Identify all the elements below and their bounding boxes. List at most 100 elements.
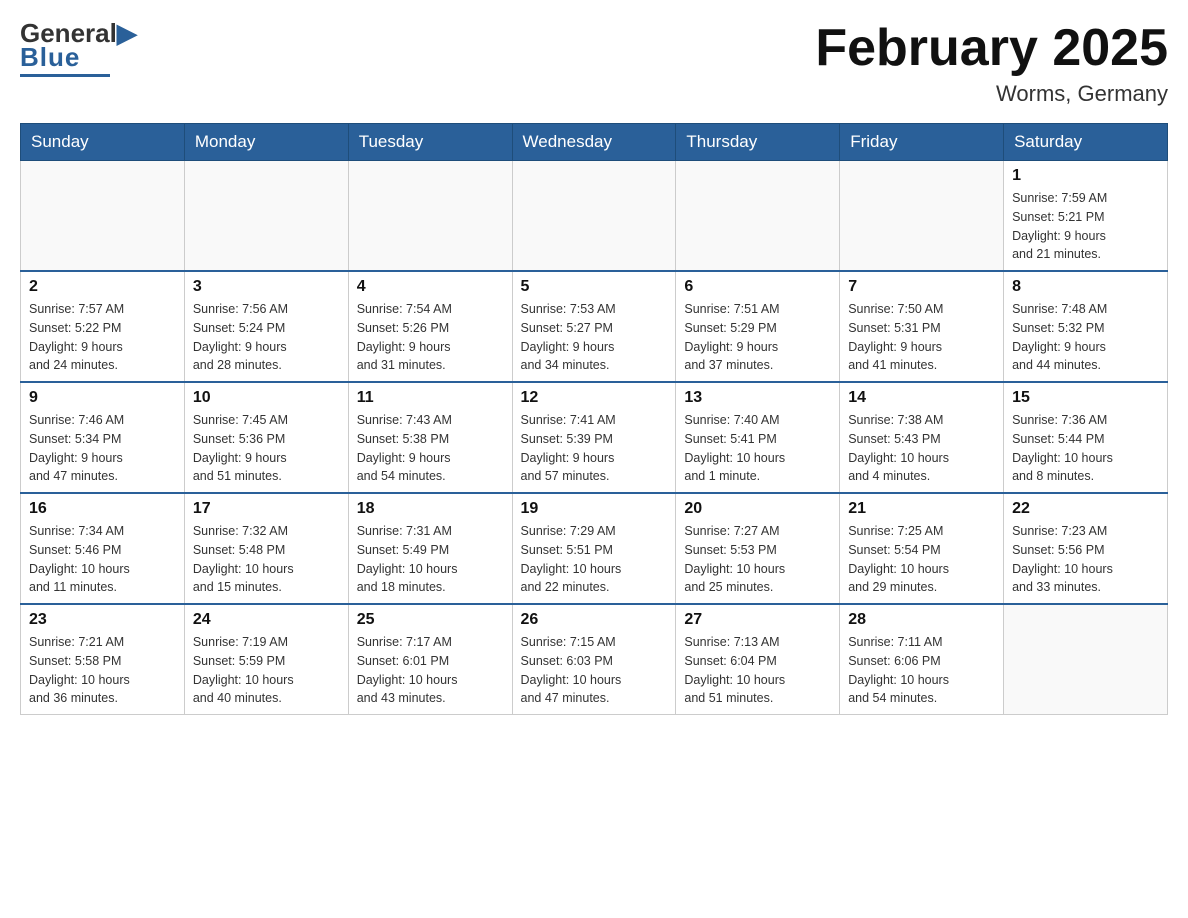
calendar-cell: 3 Sunrise: 7:56 AM Sunset: 5:24 PM Daylig… [184, 271, 348, 382]
day-number: 26 [521, 611, 668, 629]
calendar-cell [676, 161, 840, 272]
logo: General▶ Blue [20, 20, 137, 77]
calendar-cell: 25 Sunrise: 7:17 AM Sunset: 6:01 PM Dayli… [348, 604, 512, 715]
day-info: Sunrise: 7:56 AM Sunset: 5:24 PM Dayligh… [193, 300, 340, 375]
calendar-cell: 5 Sunrise: 7:53 AM Sunset: 5:27 PM Daylig… [512, 271, 676, 382]
weekday-header-sunday: Sunday [21, 124, 185, 161]
day-info: Sunrise: 7:13 AM Sunset: 6:04 PM Dayligh… [684, 633, 831, 708]
day-number: 17 [193, 500, 340, 518]
logo-blue-text: Blue [20, 42, 80, 73]
day-info: Sunrise: 7:36 AM Sunset: 5:44 PM Dayligh… [1012, 411, 1159, 486]
calendar-cell: 2 Sunrise: 7:57 AM Sunset: 5:22 PM Daylig… [21, 271, 185, 382]
calendar-cell: 20Sunrise: 7:27 AM Sunset: 5:53 PM Dayli… [676, 493, 840, 604]
day-number: 24 [193, 611, 340, 629]
logo-blue: ▶ [117, 18, 137, 48]
calendar-table: SundayMondayTuesdayWednesdayThursdayFrid… [20, 123, 1168, 715]
day-info: Sunrise: 7:25 AM Sunset: 5:54 PM Dayligh… [848, 522, 995, 597]
calendar-cell: 9Sunrise: 7:46 AM Sunset: 5:34 PM Daylig… [21, 382, 185, 493]
calendar-cell: 11Sunrise: 7:43 AM Sunset: 5:38 PM Dayli… [348, 382, 512, 493]
calendar-cell [1004, 604, 1168, 715]
calendar-cell: 23Sunrise: 7:21 AM Sunset: 5:58 PM Dayli… [21, 604, 185, 715]
day-number: 16 [29, 500, 176, 518]
calendar-cell: 8 Sunrise: 7:48 AM Sunset: 5:32 PM Daylig… [1004, 271, 1168, 382]
calendar-cell: 10 Sunrise: 7:45 AM Sunset: 5:36 PM Dayli… [184, 382, 348, 493]
day-number: 14 [848, 389, 995, 407]
calendar-cell: 13 Sunrise: 7:40 AM Sunset: 5:41 PM Dayli… [676, 382, 840, 493]
calendar-cell: 4 Sunrise: 7:54 AM Sunset: 5:26 PM Daylig… [348, 271, 512, 382]
weekday-header-monday: Monday [184, 124, 348, 161]
day-number: 21 [848, 500, 995, 518]
day-info: Sunrise: 7:34 AM Sunset: 5:46 PM Dayligh… [29, 522, 176, 597]
title-area: February 2025 Worms, Germany [815, 20, 1168, 107]
day-info: Sunrise: 7:45 AM Sunset: 5:36 PM Dayligh… [193, 411, 340, 486]
day-number: 19 [521, 500, 668, 518]
weekday-header-wednesday: Wednesday [512, 124, 676, 161]
weekday-header-tuesday: Tuesday [348, 124, 512, 161]
day-number: 6 [684, 278, 831, 296]
weekday-header-friday: Friday [840, 124, 1004, 161]
day-info: Sunrise: 7:53 AM Sunset: 5:27 PM Dayligh… [521, 300, 668, 375]
calendar-cell: 27 Sunrise: 7:13 AM Sunset: 6:04 PM Dayli… [676, 604, 840, 715]
calendar-cell: 1 Sunrise: 7:59 AM Sunset: 5:21 PM Daylig… [1004, 161, 1168, 272]
calendar-cell: 24 Sunrise: 7:19 AM Sunset: 5:59 PM Dayli… [184, 604, 348, 715]
calendar-cell [21, 161, 185, 272]
calendar-cell: 12 Sunrise: 7:41 AM Sunset: 5:39 PM Dayli… [512, 382, 676, 493]
calendar-cell [512, 161, 676, 272]
day-info: Sunrise: 7:11 AM Sunset: 6:06 PM Dayligh… [848, 633, 995, 708]
day-number: 20 [684, 500, 831, 518]
calendar-cell [840, 161, 1004, 272]
day-number: 1 [1012, 167, 1159, 185]
day-number: 10 [193, 389, 340, 407]
day-info: Sunrise: 7:41 AM Sunset: 5:39 PM Dayligh… [521, 411, 668, 486]
day-info: Sunrise: 7:15 AM Sunset: 6:03 PM Dayligh… [521, 633, 668, 708]
day-info: Sunrise: 7:51 AM Sunset: 5:29 PM Dayligh… [684, 300, 831, 375]
month-title: February 2025 [815, 20, 1168, 77]
weekday-header-saturday: Saturday [1004, 124, 1168, 161]
day-info: Sunrise: 7:17 AM Sunset: 6:01 PM Dayligh… [357, 633, 504, 708]
day-info: Sunrise: 7:50 AM Sunset: 5:31 PM Dayligh… [848, 300, 995, 375]
day-number: 12 [521, 389, 668, 407]
day-number: 7 [848, 278, 995, 296]
calendar-week-row: 1 Sunrise: 7:59 AM Sunset: 5:21 PM Daylig… [21, 161, 1168, 272]
weekday-header-row: SundayMondayTuesdayWednesdayThursdayFrid… [21, 124, 1168, 161]
day-info: Sunrise: 7:59 AM Sunset: 5:21 PM Dayligh… [1012, 189, 1159, 264]
day-number: 13 [684, 389, 831, 407]
calendar-cell: 28 Sunrise: 7:11 AM Sunset: 6:06 PM Dayli… [840, 604, 1004, 715]
calendar-cell: 15 Sunrise: 7:36 AM Sunset: 5:44 PM Dayli… [1004, 382, 1168, 493]
day-number: 8 [1012, 278, 1159, 296]
calendar-cell: 21 Sunrise: 7:25 AM Sunset: 5:54 PM Dayli… [840, 493, 1004, 604]
day-number: 4 [357, 278, 504, 296]
day-info: Sunrise: 7:54 AM Sunset: 5:26 PM Dayligh… [357, 300, 504, 375]
day-number: 15 [1012, 389, 1159, 407]
calendar-cell: 19 Sunrise: 7:29 AM Sunset: 5:51 PM Dayli… [512, 493, 676, 604]
calendar-cell: 6 Sunrise: 7:51 AM Sunset: 5:29 PM Daylig… [676, 271, 840, 382]
day-number: 3 [193, 278, 340, 296]
day-info: Sunrise: 7:57 AM Sunset: 5:22 PM Dayligh… [29, 300, 176, 375]
calendar-cell: 18Sunrise: 7:31 AM Sunset: 5:49 PM Dayli… [348, 493, 512, 604]
weekday-header-thursday: Thursday [676, 124, 840, 161]
calendar-cell: 16 Sunrise: 7:34 AM Sunset: 5:46 PM Dayli… [21, 493, 185, 604]
location: Worms, Germany [815, 81, 1168, 107]
day-number: 27 [684, 611, 831, 629]
day-info: Sunrise: 7:48 AM Sunset: 5:32 PM Dayligh… [1012, 300, 1159, 375]
day-number: 5 [521, 278, 668, 296]
calendar-cell: 14Sunrise: 7:38 AM Sunset: 5:43 PM Dayli… [840, 382, 1004, 493]
day-number: 22 [1012, 500, 1159, 518]
day-info: Sunrise: 7:29 AM Sunset: 5:51 PM Dayligh… [521, 522, 668, 597]
calendar-week-row: 2 Sunrise: 7:57 AM Sunset: 5:22 PM Daylig… [21, 271, 1168, 382]
calendar-week-row: 16 Sunrise: 7:34 AM Sunset: 5:46 PM Dayli… [21, 493, 1168, 604]
day-number: 23 [29, 611, 176, 629]
day-number: 11 [357, 389, 504, 407]
day-number: 25 [357, 611, 504, 629]
calendar-cell: 7 Sunrise: 7:50 AM Sunset: 5:31 PM Daylig… [840, 271, 1004, 382]
calendar-cell: 26 Sunrise: 7:15 AM Sunset: 6:03 PM Dayli… [512, 604, 676, 715]
day-info: Sunrise: 7:46 AM Sunset: 5:34 PM Dayligh… [29, 411, 176, 486]
day-info: Sunrise: 7:40 AM Sunset: 5:41 PM Dayligh… [684, 411, 831, 486]
day-info: Sunrise: 7:19 AM Sunset: 5:59 PM Dayligh… [193, 633, 340, 708]
day-number: 2 [29, 278, 176, 296]
calendar-cell: 22Sunrise: 7:23 AM Sunset: 5:56 PM Dayli… [1004, 493, 1168, 604]
calendar-week-row: 23Sunrise: 7:21 AM Sunset: 5:58 PM Dayli… [21, 604, 1168, 715]
day-number: 28 [848, 611, 995, 629]
logo-underline [20, 74, 110, 77]
calendar-week-row: 9Sunrise: 7:46 AM Sunset: 5:34 PM Daylig… [21, 382, 1168, 493]
